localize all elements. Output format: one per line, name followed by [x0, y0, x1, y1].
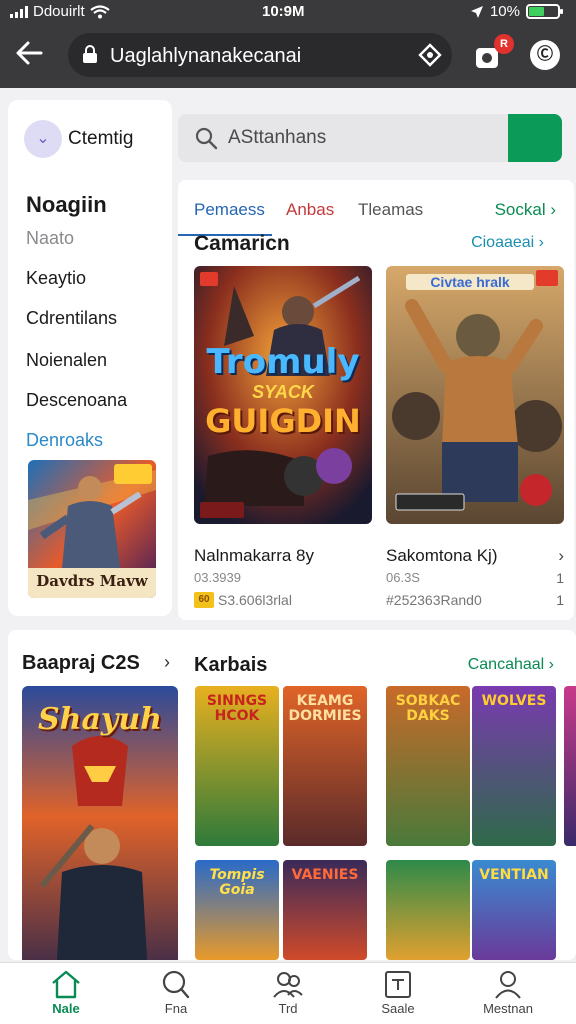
sidebar-subtitle: Naato [26, 228, 75, 248]
url-bar[interactable]: Uaglahlynanakecanai [68, 33, 452, 77]
game-name[interactable]: Nalnmakarra 8y [194, 546, 314, 566]
tile-title: VAENIES [291, 867, 359, 883]
sidebar-item[interactable]: Cdrentilans [26, 308, 117, 329]
search-icon [195, 127, 218, 150]
sidebar-item[interactable]: Descenoana [26, 390, 127, 411]
game-tile-partial[interactable] [564, 686, 576, 846]
library-icon [385, 971, 411, 998]
battery-icon [526, 4, 563, 19]
clock: 10:9M [262, 3, 305, 20]
search-submit-button[interactable] [508, 114, 562, 162]
tile-title: VENTIAN [479, 867, 549, 883]
game-tile[interactable]: KEAMG DORMIES [283, 686, 367, 846]
game-tile[interactable]: VENTIAN [472, 860, 556, 960]
category-dropdown[interactable]: ⌄ Ctemtig [24, 118, 164, 160]
game-card-poster[interactable]: Tromuly SYACK GUIGDIN [194, 266, 372, 524]
tile-title: KEAMG DORMIES [288, 693, 362, 724]
game-stat-text: #252363Rand0 [386, 592, 482, 608]
nav-home[interactable]: Nale [16, 969, 116, 1023]
wifi-icon [90, 4, 110, 18]
search-input[interactable] [228, 122, 488, 154]
sidebar-item[interactable]: Noienalen [26, 350, 107, 371]
search-bar [178, 114, 562, 162]
game-stat: #252363Rand0 [386, 592, 482, 608]
chevron-right-icon[interactable]: › [164, 652, 170, 673]
game-meta: 03.3939 [194, 570, 241, 585]
account-icon[interactable]: Ⓒ [530, 40, 560, 70]
tab[interactable]: Tleamas [358, 200, 423, 220]
nav-label: Nale [52, 1001, 80, 1016]
sidebar-poster-title: Davdrs Mavw [36, 572, 148, 590]
sidebar-item-link[interactable]: Denroaks [26, 430, 103, 451]
edge-count: 1 [556, 592, 564, 608]
collection-section: Baapraj C2S › Karbais Cancahaal › Shayuh… [8, 630, 576, 960]
nav-label: Fna [164, 1001, 188, 1016]
location-icon [470, 5, 483, 18]
nav-social[interactable]: Trd [238, 969, 338, 1023]
category-sidebar: ⌄ Ctemtig Noagiin Naato Keaytio Cdrentil… [8, 100, 172, 616]
battery-percent: 10% [489, 3, 520, 20]
back-arrow-icon[interactable] [14, 38, 54, 72]
game-stat-text: S3.606l3rlal [218, 592, 292, 608]
profile-icon [495, 971, 521, 999]
sidebar-game-poster[interactable]: Davdrs Mavw [28, 460, 156, 598]
see-all-link[interactable]: Cioaaeai › [471, 234, 544, 252]
game-name[interactable]: Sakomtona Kj) [386, 546, 498, 566]
bottom-nav: Nale Fna Trd Saale Mestnan [0, 962, 576, 1024]
game-tile[interactable]: WOLVES [472, 686, 556, 846]
nav-profile[interactable]: Mestnan [458, 969, 558, 1023]
group-icon [273, 972, 303, 998]
featured-game-poster[interactable]: Shayuh [22, 686, 178, 960]
search-icon [162, 970, 190, 999]
rating-chip: 60 [194, 592, 214, 608]
status-bar: Ddouirlt 10:9M 10% [0, 0, 576, 26]
poster-title-line: Tromuly [206, 342, 360, 382]
game-tile[interactable]: VAENIES [283, 860, 367, 960]
notification-badge: R [494, 34, 514, 54]
browser-nav: Uaglahlynanakecanai R Ⓒ [0, 30, 576, 82]
poster-title: Shayuh [38, 702, 162, 737]
game-tile[interactable] [386, 860, 470, 960]
poster-title-line: SYACK [252, 382, 314, 402]
url-text: Uaglahlynanakecanai [110, 45, 302, 67]
carrier-name: Ddouirlt [33, 3, 85, 20]
game-tile[interactable]: Tompis Goia [195, 860, 279, 960]
nav-search[interactable]: Fna [126, 969, 226, 1023]
section-title: Baapraj C2S [22, 652, 140, 674]
chevron-down-icon: ⌄ [24, 120, 62, 158]
lock-icon [83, 45, 97, 63]
game-tile[interactable]: SOBKAC DAKS [386, 686, 470, 846]
featured-tabs: Pemaess Anbas Tleamas Sockal › [178, 196, 574, 236]
poster-title-line: GUIGDIN [205, 402, 361, 440]
nav-label: Mestnan [483, 1001, 533, 1016]
featured-section: Pemaess Anbas Tleamas Sockal › Camaricn … [178, 180, 574, 620]
site-settings-icon[interactable] [418, 43, 442, 67]
game-stat: 60 S3.606l3rlal [194, 592, 292, 608]
edge-count: 1 [556, 570, 564, 586]
signal-icon [10, 5, 28, 18]
poster-title-line: Civtae hralk [406, 274, 534, 290]
browser-top-bar: Ddouirlt 10:9M 10% Uaglahlynanakecanai R… [0, 0, 576, 88]
tab[interactable]: Anbas [286, 200, 334, 220]
sidebar-item[interactable]: Keaytio [26, 268, 86, 289]
section-title: Karbais [194, 654, 268, 676]
tabs-more-link[interactable]: Sockal › [495, 200, 556, 220]
nav-label: Saale [381, 1001, 415, 1016]
game-card-poster[interactable]: Civtae hralk [386, 266, 564, 524]
tile-title: Tompis Goia [209, 867, 265, 898]
tile-title: SOBKAC DAKS [395, 693, 461, 724]
game-meta: 06.3S [386, 570, 420, 585]
tab-active[interactable]: Pemaess [194, 200, 265, 220]
nav-library[interactable]: Saale [348, 969, 448, 1023]
nav-label: Trd [278, 1001, 298, 1016]
game-tile[interactable]: SINNGS HCOK [195, 686, 279, 846]
tile-title: SINNGS HCOK [206, 693, 268, 724]
chevron-right-icon[interactable]: › [558, 546, 564, 566]
sidebar-title: Noagiin [26, 192, 107, 217]
see-all-link[interactable]: Cancahaal › [468, 656, 554, 674]
home-icon [52, 970, 80, 999]
category-dropdown-label: Ctemtig [68, 128, 134, 149]
featured-title: Camaricn [194, 232, 290, 255]
tile-title: WOLVES [481, 693, 547, 709]
